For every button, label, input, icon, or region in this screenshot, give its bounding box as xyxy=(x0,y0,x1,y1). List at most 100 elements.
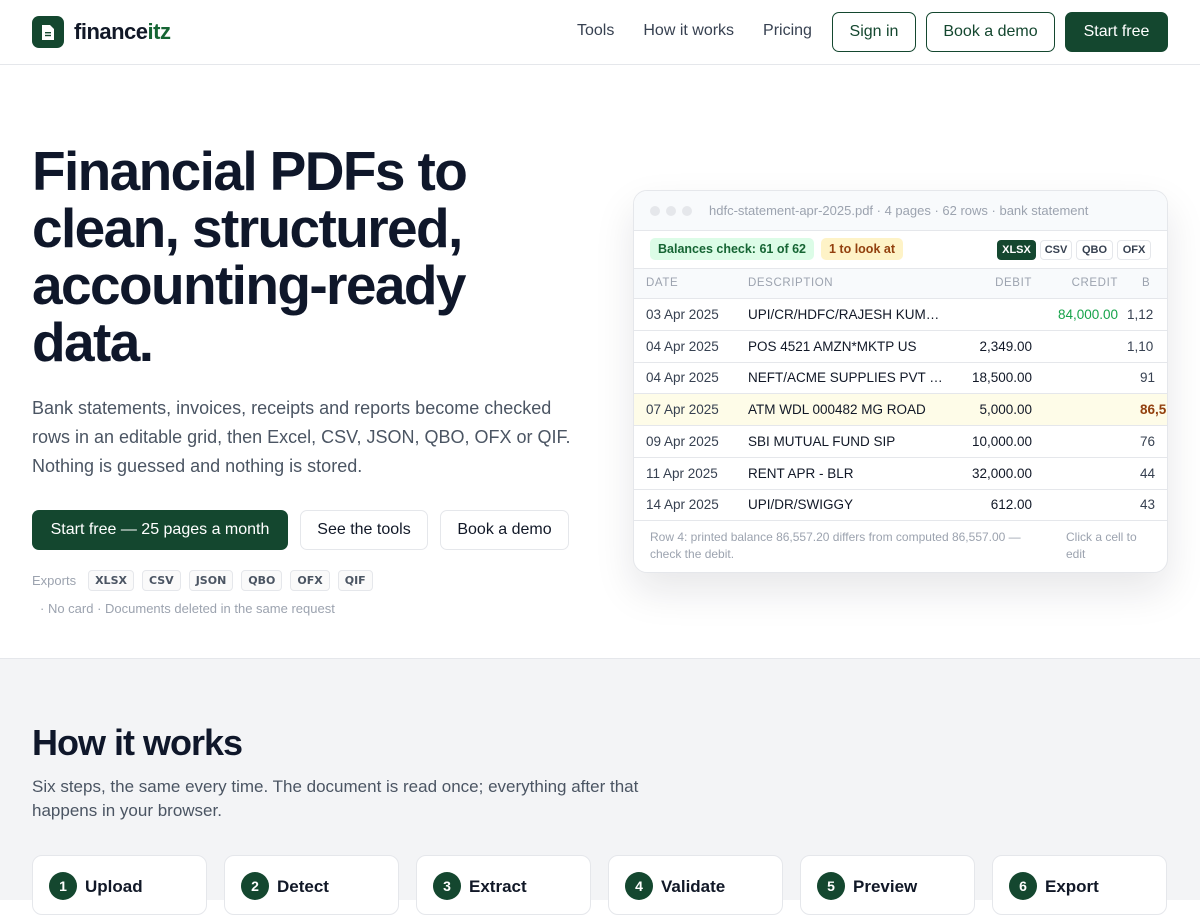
preview-status-bar: Balances check: 61 of 62 1 to look at XL… xyxy=(634,231,1167,269)
step-card-extract[interactable]: 3 Extract xyxy=(416,855,591,915)
cell-balance[interactable]: 43 xyxy=(1140,497,1155,512)
table-row[interactable]: 14 Apr 2025 UPI/DR/SWIGGY 612.00 43 xyxy=(634,489,1167,521)
preview-titlebar: hdfc-statement-apr-2025.pdf · 4 pages · … xyxy=(634,191,1167,231)
table-header: DATE DESCRIPTION DEBIT CREDIT B xyxy=(634,269,1167,299)
start-free-button[interactable]: Start free xyxy=(1065,12,1168,52)
statement-preview-card: hdfc-statement-apr-2025.pdf · 4 pages · … xyxy=(633,190,1168,573)
book-demo-button[interactable]: Book a demo xyxy=(926,12,1055,52)
cell-balance[interactable]: 1,12 xyxy=(1127,307,1153,322)
step-label: Export xyxy=(1045,877,1099,896)
step-label: Preview xyxy=(853,877,918,896)
section-title: How it works xyxy=(32,722,243,763)
validation-note: Row 4: printed balance 86,557.20 differs… xyxy=(650,530,1021,561)
cell-description[interactable]: RENT APR - BLR xyxy=(748,466,944,481)
format-badge: QIF xyxy=(337,570,373,591)
nav-link-how-it-works[interactable]: How it works xyxy=(643,22,734,40)
cell-balance[interactable]: 44 xyxy=(1140,466,1155,481)
cell-credit[interactable]: 84,000.00 xyxy=(1058,307,1118,322)
brand-logo[interactable]: financeitz xyxy=(32,16,171,48)
cell-balance[interactable]: 1,10 xyxy=(1127,339,1153,354)
top-nav: financeitz Tools How it works Pricing Si… xyxy=(0,0,1200,65)
step-card-detect[interactable]: 2 Detect xyxy=(224,855,399,915)
cell-date[interactable]: 14 Apr 2025 xyxy=(646,497,719,512)
format-badge: OFX xyxy=(290,570,330,591)
cell-debit[interactable]: 18,500.00 xyxy=(972,370,1032,385)
cell-date[interactable]: 11 Apr 2025 xyxy=(646,466,718,481)
table-row[interactable]: 09 Apr 2025 SBI MUTUAL FUND SIP 10,000.0… xyxy=(634,426,1167,458)
cell-debit[interactable]: 32,000.00 xyxy=(972,466,1032,481)
export-formats: Exports XLSX CSV JSON QBO OFX QIF xyxy=(32,570,381,591)
step-number: 3 xyxy=(433,872,461,900)
step-label: Extract xyxy=(469,877,527,896)
cell-debit[interactable]: 2,349.00 xyxy=(979,339,1032,354)
step-number: 4 xyxy=(625,872,653,900)
column-header-date: DATE xyxy=(646,277,679,289)
brand-name: financeitz xyxy=(74,19,171,44)
cell-date[interactable]: 09 Apr 2025 xyxy=(646,434,719,449)
start-free-cta-button[interactable]: Start free — 25 pages a month xyxy=(32,510,288,550)
table-row-flagged[interactable]: 07 Apr 2025 ATM WDL 000482 MG ROAD 5,000… xyxy=(634,394,1167,426)
step-number: 6 xyxy=(1009,872,1037,900)
cell-date[interactable]: 04 Apr 2025 xyxy=(646,370,719,385)
format-badge: XLSX xyxy=(88,570,134,591)
window-dot xyxy=(682,206,692,216)
cell-description[interactable]: UPI/DR/SWIGGY xyxy=(748,497,944,512)
balance-check-badge: Balances check: 61 of 62 xyxy=(650,238,814,260)
cell-date[interactable]: 07 Apr 2025 xyxy=(646,402,719,417)
step-card-export[interactable]: 6 Export xyxy=(992,855,1167,915)
step-card-preview[interactable]: 5 Preview xyxy=(800,855,975,915)
nav-link-tools[interactable]: Tools xyxy=(577,22,614,40)
table-row[interactable]: 04 Apr 2025 NEFT/ACME SUPPLIES PVT LTD/I… xyxy=(634,362,1167,394)
window-dot xyxy=(666,206,676,216)
column-header-balance: B xyxy=(1142,277,1151,289)
format-tab-ofx[interactable]: OFX xyxy=(1117,240,1151,260)
cell-balance[interactable]: 76 xyxy=(1140,434,1155,449)
format-tab-qbo[interactable]: QBO xyxy=(1076,240,1113,260)
section-subtitle: Six steps, the same every time. The docu… xyxy=(32,777,639,820)
sign-in-button[interactable]: Sign in xyxy=(832,12,916,52)
document-icon xyxy=(32,16,64,48)
step-label: Detect xyxy=(277,877,329,896)
cell-description[interactable]: SBI MUTUAL FUND SIP xyxy=(748,434,944,449)
column-header-credit: CREDIT xyxy=(1071,277,1118,289)
review-badge[interactable]: 1 to look at xyxy=(821,238,903,260)
step-number: 5 xyxy=(817,872,845,900)
cell-debit[interactable]: 612.00 xyxy=(991,497,1032,512)
nav-link-pricing[interactable]: Pricing xyxy=(763,22,812,40)
format-badge: QBO xyxy=(241,570,283,591)
cell-description[interactable]: NEFT/ACME SUPPLIES PVT LTD/INV xyxy=(748,370,944,385)
window-dot xyxy=(650,206,660,216)
nav-links: Tools How it works Pricing xyxy=(577,22,812,40)
step-label: Validate xyxy=(661,877,726,896)
column-header-debit: DEBIT xyxy=(995,277,1032,289)
exports-label: Exports xyxy=(32,573,77,588)
cell-balance-flagged[interactable]: 86,5 xyxy=(1140,402,1166,417)
table-row[interactable]: 04 Apr 2025 POS 4521 AMZN*MKTP US 2,349.… xyxy=(634,331,1167,363)
format-tab-xlsx[interactable]: XLSX xyxy=(997,240,1036,260)
step-card-validate[interactable]: 4 Validate xyxy=(608,855,783,915)
hero-title: Financial PDFs to clean, structured, acc… xyxy=(32,140,468,373)
edit-hint: Click a cell to edit xyxy=(1066,530,1137,561)
see-tools-button[interactable]: See the tools xyxy=(300,510,428,550)
step-number: 2 xyxy=(241,872,269,900)
format-tab-csv[interactable]: CSV xyxy=(1040,240,1072,260)
format-badge: JSON xyxy=(188,570,234,591)
cell-debit[interactable]: 10,000.00 xyxy=(972,434,1032,449)
cell-balance[interactable]: 91 xyxy=(1140,370,1155,385)
cell-date[interactable]: 03 Apr 2025 xyxy=(646,307,719,322)
format-badge: CSV xyxy=(141,570,181,591)
cell-description[interactable]: ATM WDL 000482 MG ROAD xyxy=(748,402,944,417)
hero-subtitle: Bank statements, invoices, receipts and … xyxy=(32,398,571,476)
file-meta: hdfc-statement-apr-2025.pdf · 4 pages · … xyxy=(709,203,1089,218)
cell-description[interactable]: POS 4521 AMZN*MKTP US xyxy=(748,339,944,354)
step-label: Upload xyxy=(85,877,143,896)
hero-book-demo-button[interactable]: Book a demo xyxy=(440,510,569,550)
cell-debit[interactable]: 5,000.00 xyxy=(979,402,1032,417)
cell-date[interactable]: 04 Apr 2025 xyxy=(646,339,719,354)
how-it-works-section: How it works Six steps, the same every t… xyxy=(0,658,1200,915)
table-row[interactable]: 03 Apr 2025 UPI/CR/HDFC/RAJESH KUMAR/SAL… xyxy=(634,299,1167,331)
step-card-upload[interactable]: 1 Upload xyxy=(32,855,207,915)
privacy-note: · No card · Documents deleted in the sam… xyxy=(40,601,335,616)
cell-description[interactable]: UPI/CR/HDFC/RAJESH KUMAR/SALARY xyxy=(748,307,944,322)
table-row[interactable]: 11 Apr 2025 RENT APR - BLR 32,000.00 44 xyxy=(634,458,1167,490)
